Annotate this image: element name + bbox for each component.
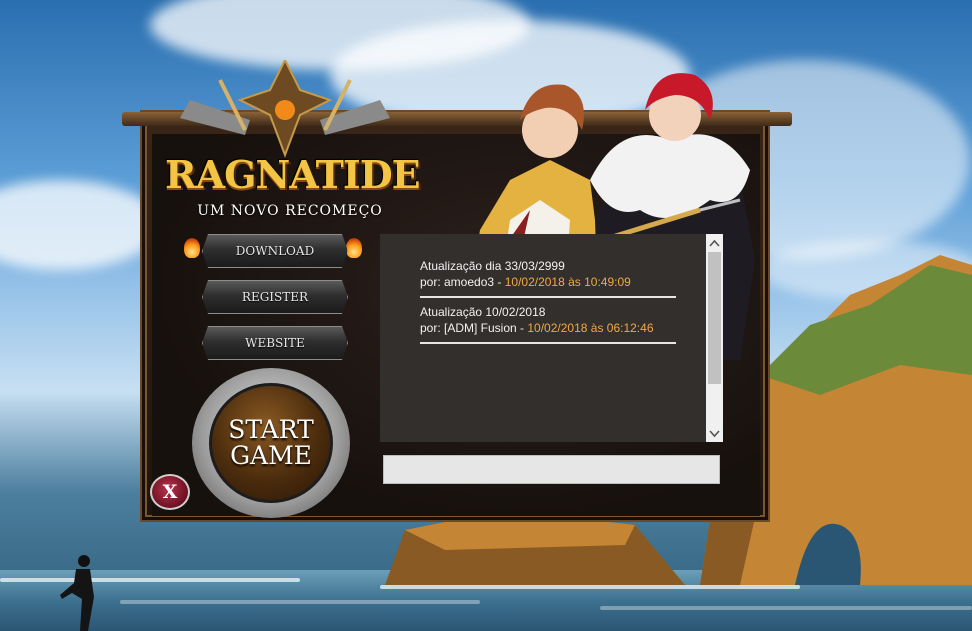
game-launcher-window: RAGNATIDE UM NOVO RECOMEÇO DOWNLOAD REGI… — [122, 60, 792, 522]
register-button[interactable]: REGISTER — [202, 280, 348, 314]
update-progress-bar — [383, 455, 720, 484]
news-title: Atualização 10/02/2018 — [420, 305, 546, 319]
start-game-button[interactable]: START GAME — [192, 368, 350, 518]
game-logo: RAGNATIDE UM NOVO RECOMEÇO — [150, 60, 421, 219]
runner-silhouette — [60, 555, 94, 631]
news-meta: por: amoedo3 - 10/02/2018 às 10:49:09 — [420, 274, 678, 290]
logo-subtitle: UM NOVO RECOMEÇO — [197, 203, 383, 219]
news-scrollbar[interactable] — [706, 234, 723, 442]
flame-decoration — [346, 238, 362, 258]
news-item: Atualização dia 33/03/2999 por: amoedo3 … — [420, 258, 678, 290]
news-author: por: [ADM] Fusion - — [420, 321, 528, 335]
flame-decoration — [184, 238, 200, 258]
news-panel: Atualização dia 33/03/2999 por: amoedo3 … — [380, 234, 723, 442]
chevron-down-icon[interactable] — [706, 425, 723, 442]
download-button[interactable]: DOWNLOAD — [202, 234, 348, 268]
logo-title: RAGNATIDE — [165, 152, 421, 197]
scroll-thumb[interactable] — [708, 252, 721, 384]
news-title: Atualização dia 33/03/2999 — [420, 259, 565, 273]
website-button[interactable]: WEBSITE — [202, 326, 348, 360]
news-meta: por: [ADM] Fusion - 10/02/2018 às 06:12:… — [420, 320, 678, 336]
news-author: por: amoedo3 - — [420, 275, 505, 289]
close-icon: X — [162, 481, 178, 503]
news-item: Atualização 10/02/2018 por: [ADM] Fusion… — [420, 304, 678, 336]
start-game-label: START GAME — [209, 383, 333, 503]
close-button[interactable]: X — [150, 474, 190, 510]
start-label-line1: START — [228, 415, 314, 444]
news-date: 10/02/2018 às 06:12:46 — [527, 321, 654, 335]
news-divider — [420, 342, 676, 344]
chevron-up-icon[interactable] — [706, 234, 723, 251]
start-label-line2: GAME — [230, 441, 312, 470]
news-date: 10/02/2018 às 10:49:09 — [504, 275, 631, 289]
news-divider — [420, 296, 676, 298]
